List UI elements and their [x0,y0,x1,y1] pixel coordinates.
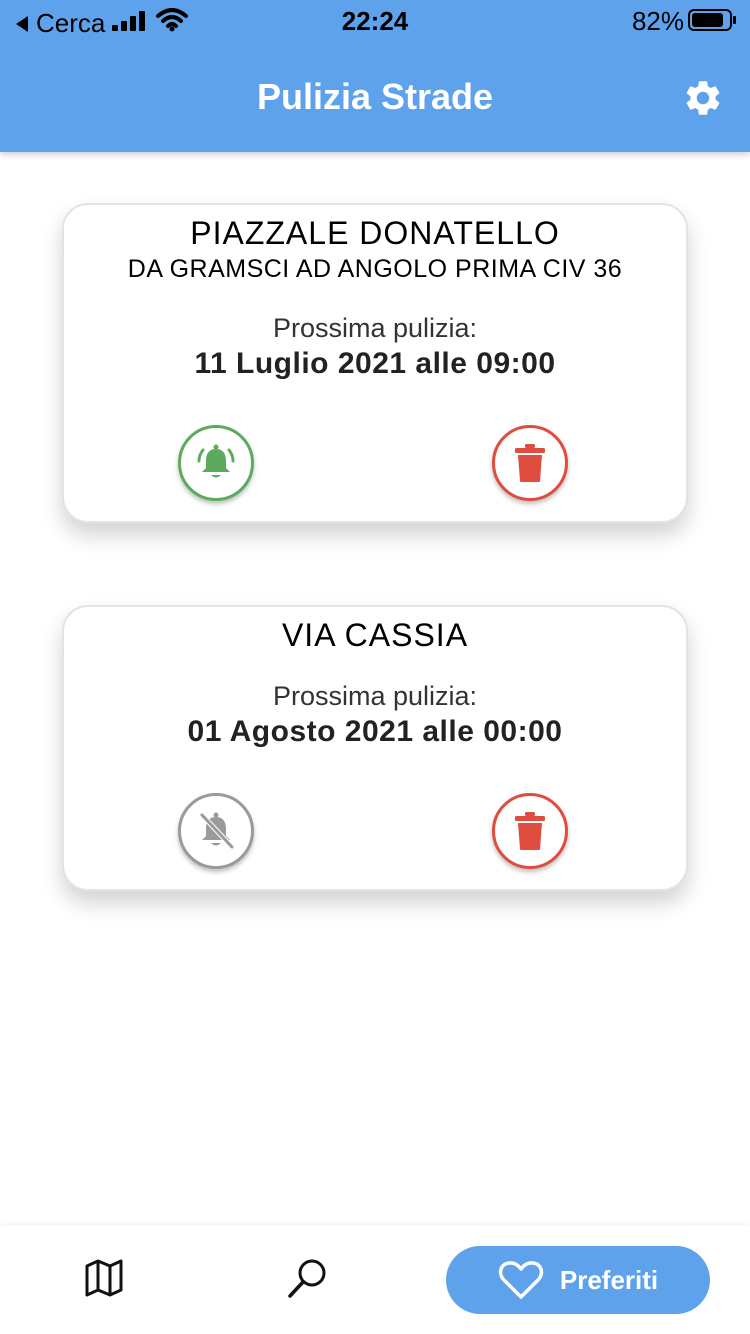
street-segment: DA GRAMSCI AD ANGOLO PRIMA CIV 36 [127,255,623,283]
back-arrow-icon [16,15,28,32]
trash-icon [515,812,545,850]
status-bar: Cerca 22:24 82% [0,0,750,44]
favorite-street-card: PIAZZALE DONATELLO DA GRAMSCI AD ANGOLO … [62,203,688,523]
heart-icon [498,1261,544,1299]
next-cleaning-label: Prossima pulizia: [272,681,478,711]
delete-favorite-button[interactable] [492,793,568,869]
delete-favorite-button[interactable] [492,425,568,501]
wifi-icon [156,8,188,32]
gear-icon[interactable] [682,77,724,119]
next-cleaning-date: 01 Agosto 2021 alle 00:00 [187,715,563,748]
notification-off-button[interactable] [178,793,254,869]
street-name: PIAZZALE DONATELLO [190,215,560,251]
favorites-tab[interactable]: Preferiti [446,1246,710,1314]
cellular-signal-icon [112,11,145,31]
back-to-app-link[interactable]: Cerca [14,8,105,39]
notification-on-button[interactable] [178,425,254,501]
app-header: Cerca 22:24 82% Pulizia Strade [0,0,750,152]
favorites-tab-label: Preferiti [559,1264,659,1295]
page-title: Pulizia Strade [256,76,494,117]
battery-percent: 82% [631,6,684,36]
bell-off-icon [200,812,234,849]
back-label: Cerca [36,8,106,38]
next-cleaning-date: 11 Luglio 2021 alle 09:00 [194,347,556,380]
favorite-street-card: VIA CASSIA Prossima pulizia: 01 Agosto 2… [62,605,688,891]
next-cleaning-label: Prossima pulizia: [272,313,478,343]
bottom-navigation: Preferiti [0,1226,750,1334]
trash-icon [515,444,545,482]
map-icon[interactable] [84,1258,124,1298]
battery-icon [688,9,736,31]
bell-icon [197,444,235,478]
street-name: VIA CASSIA [281,617,469,653]
search-icon[interactable] [286,1256,330,1300]
